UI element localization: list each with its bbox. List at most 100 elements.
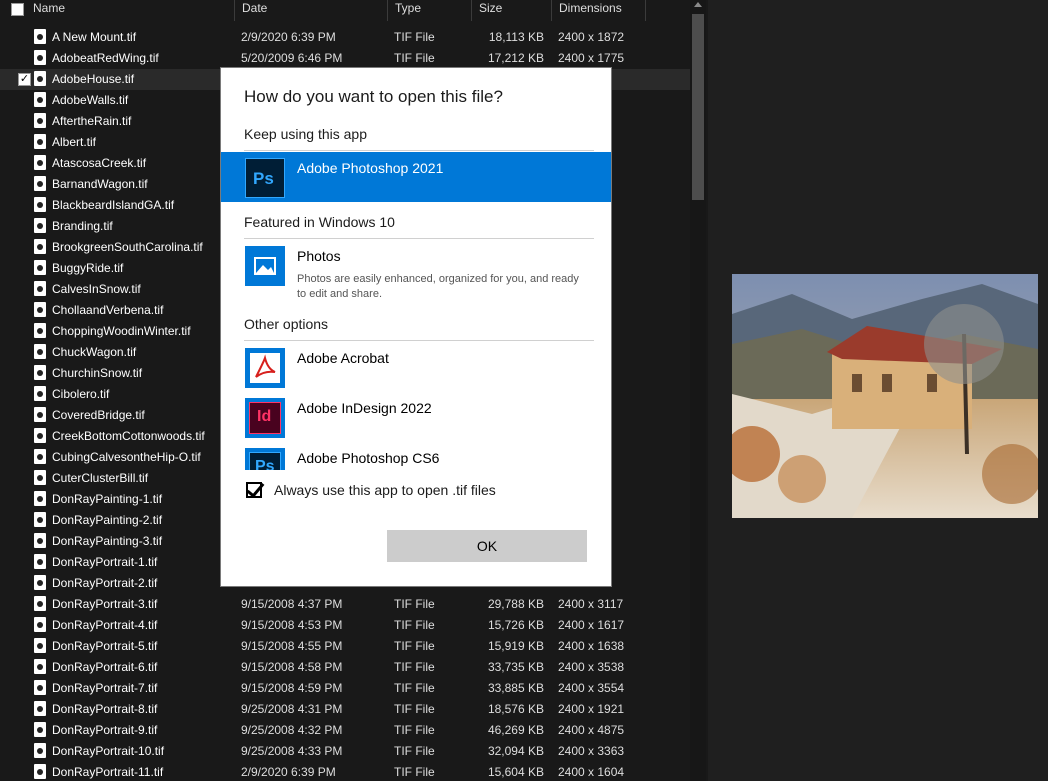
- column-size-label: Size: [479, 1, 503, 15]
- column-name-label: Name: [33, 1, 66, 15]
- file-size: 15,604 KB: [487, 765, 544, 779]
- tif-file-icon: [34, 596, 46, 611]
- tif-file-icon: [34, 29, 46, 44]
- file-dimensions: 2400 x 3538: [558, 660, 625, 674]
- file-row[interactable]: DonRayPortrait-8.tif 9/25/2008 4:31 PM TIF…: [0, 699, 690, 720]
- always-use-checkbox[interactable]: [246, 482, 262, 498]
- file-name: DonRayPainting-3.tif: [52, 534, 163, 548]
- file-size: 15,726 KB: [487, 618, 544, 632]
- row-checkbox[interactable]: ✓: [18, 73, 31, 86]
- tif-file-icon: [34, 197, 46, 212]
- file-name: DonRayPortrait-11.tif: [52, 765, 164, 779]
- file-name: ChoppingWoodinWinter.tif: [52, 324, 191, 338]
- file-row[interactable]: DonRayPortrait-3.tif 9/15/2008 4:37 PM TIF…: [0, 594, 690, 615]
- tif-file-icon: [34, 407, 46, 422]
- file-dimensions: 2400 x 3117: [558, 597, 624, 611]
- column-date[interactable]: Date: [235, 0, 388, 21]
- tif-file-icon: [34, 617, 46, 632]
- file-name: CreekBottomCottonwoods.tif: [52, 429, 205, 443]
- file-date: 9/25/2008 4:31 PM: [241, 702, 343, 716]
- file-type: TIF File: [394, 723, 435, 737]
- tif-file-icon: [34, 134, 46, 149]
- file-row[interactable]: DonRayPortrait-5.tif 9/15/2008 4:55 PM TIF…: [0, 636, 690, 657]
- photoshop-icon-text: Ps: [253, 169, 274, 188]
- featured-heading: Featured in Windows 10: [244, 214, 395, 230]
- ok-button[interactable]: OK: [387, 530, 587, 562]
- select-all-checkbox[interactable]: [11, 3, 24, 16]
- scrollbar-thumb[interactable]: [692, 14, 704, 200]
- file-name: CuterClusterBill.tif: [52, 471, 149, 485]
- file-name: DonRayPortrait-7.tif: [52, 681, 158, 695]
- always-use-label: Always use this app to open .tif files: [274, 482, 496, 498]
- file-size: 18,113 KB: [488, 30, 544, 44]
- separator: [244, 238, 594, 239]
- file-date: 9/15/2008 4:53 PM: [241, 618, 343, 632]
- file-row[interactable]: DonRayPortrait-9.tif 9/25/2008 4:32 PM TIF…: [0, 720, 690, 741]
- file-date: 9/15/2008 4:55 PM: [241, 639, 343, 653]
- app-option-photoshop-cs6[interactable]: Ps Adobe Photoshop CS6: [221, 442, 611, 470]
- file-date: 9/15/2008 4:58 PM: [241, 660, 343, 674]
- file-row[interactable]: DonRayPortrait-4.tif 9/15/2008 4:53 PM TIF…: [0, 615, 690, 636]
- file-row[interactable]: AdobeatRedWing.tif 5/20/2009 6:46 PM TIF F…: [0, 48, 690, 69]
- column-dimensions[interactable]: Dimensions: [552, 0, 646, 21]
- adobe-house-painting-image: [732, 274, 1038, 518]
- file-row[interactable]: DonRayPortrait-11.tif 2/9/2020 6:39 PM TIF…: [0, 762, 690, 781]
- file-name: DonRayPortrait-5.tif: [52, 639, 158, 653]
- tif-file-icon: [34, 50, 46, 65]
- app-name: Adobe InDesign 2022: [297, 400, 432, 416]
- file-row[interactable]: DonRayPortrait-10.tif 9/25/2008 4:33 PM TI…: [0, 741, 690, 762]
- tif-file-icon: [34, 365, 46, 380]
- column-header: Name Date Type Size Dimensions: [0, 0, 690, 21]
- file-dimensions: 2400 x 4875: [558, 723, 625, 737]
- file-name: DonRayPainting-1.tif: [52, 492, 163, 506]
- tif-file-icon: [34, 764, 46, 779]
- open-with-dialog: How do you want to open this file? Keep …: [220, 67, 612, 587]
- file-dimensions: 2400 x 1872: [558, 30, 625, 44]
- file-dimensions: 2400 x 1604: [558, 765, 625, 779]
- file-name: CalvesInSnow.tif: [52, 282, 141, 296]
- file-dimensions: 2400 x 1617: [558, 618, 625, 632]
- file-name: ChuckWagon.tif: [52, 345, 137, 359]
- other-options-heading: Other options: [244, 316, 329, 332]
- file-name: ChollaandVerbena.tif: [52, 303, 164, 317]
- app-option-adobe-acrobat[interactable]: Adobe Acrobat: [221, 342, 611, 392]
- photoshop-cs6-icon-text: Ps: [255, 458, 275, 470]
- column-name[interactable]: Name: [26, 0, 235, 21]
- file-name: DonRayPortrait-8.tif: [52, 702, 158, 716]
- indesign-icon: Id: [245, 398, 285, 438]
- file-name: Albert.tif: [52, 135, 97, 149]
- file-row[interactable]: DonRayPortrait-7.tif 9/15/2008 4:59 PM TIF…: [0, 678, 690, 699]
- tif-file-icon: [34, 281, 46, 296]
- file-type: TIF File: [394, 639, 435, 653]
- scroll-up-arrow-icon[interactable]: [694, 2, 702, 7]
- file-type: TIF File: [394, 744, 435, 758]
- column-size[interactable]: Size: [472, 0, 552, 21]
- file-name: Branding.tif: [52, 219, 113, 233]
- tif-file-icon: [34, 449, 46, 464]
- app-option-photos[interactable]: Photos Photos are easily enhanced, organ…: [221, 240, 611, 304]
- tif-file-icon: [34, 680, 46, 695]
- tif-file-icon: [34, 113, 46, 128]
- indesign-icon-text: Id: [257, 408, 272, 425]
- app-name: Adobe Photoshop CS6: [297, 450, 440, 466]
- tif-file-icon: [34, 218, 46, 233]
- file-name: ChurchinSnow.tif: [52, 366, 143, 380]
- file-row[interactable]: DonRayPortrait-6.tif 9/15/2008 4:58 PM TIF…: [0, 657, 690, 678]
- file-row[interactable]: A New Mount.tif 2/9/2020 6:39 PM TIF File 1…: [0, 27, 690, 48]
- file-type: TIF File: [394, 30, 435, 44]
- tif-file-icon: [34, 470, 46, 485]
- column-type[interactable]: Type: [388, 0, 472, 21]
- file-name: A New Mount.tif: [52, 30, 137, 44]
- app-option-adobe-indesign[interactable]: Id Adobe InDesign 2022: [221, 392, 611, 442]
- photoshop-icon: Ps: [245, 158, 285, 198]
- file-dimensions: 2400 x 3363: [558, 744, 625, 758]
- file-size: 29,788 KB: [487, 597, 544, 611]
- tif-file-icon: [34, 386, 46, 401]
- file-name: BarnandWagon.tif: [52, 177, 148, 191]
- file-name: DonRayPortrait-9.tif: [52, 723, 158, 737]
- app-option-photoshop-2021[interactable]: Ps Adobe Photoshop 2021: [221, 152, 611, 202]
- preview-image: [732, 274, 1038, 518]
- file-name: DonRayPortrait-1.tif: [52, 555, 158, 569]
- file-date: 9/25/2008 4:33 PM: [241, 744, 343, 758]
- tif-file-icon: [34, 491, 46, 506]
